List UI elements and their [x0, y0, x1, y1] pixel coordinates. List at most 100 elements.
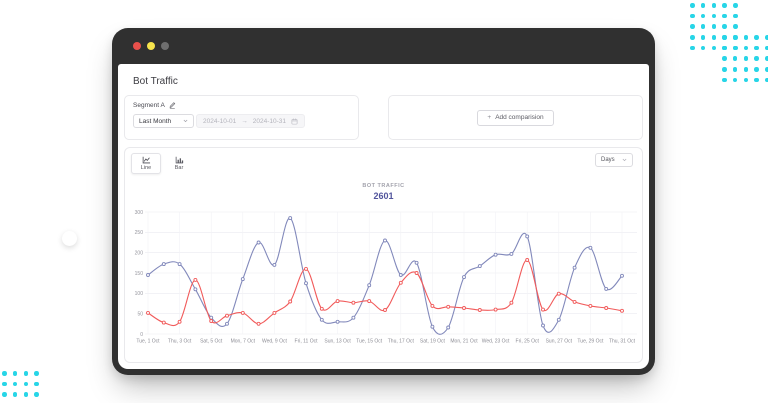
window-content: Bot Traffic Segment A Last Month 2024-10… — [118, 64, 649, 369]
data-point-marker — [572, 299, 577, 304]
data-point-marker — [477, 308, 482, 312]
calendar-icon — [291, 118, 298, 124]
decor-dot — [2, 381, 7, 387]
comparison-panel: + Add comparision — [388, 95, 643, 140]
decor-dot — [34, 392, 39, 397]
window-titlebar — [112, 28, 655, 64]
decor-dot — [12, 392, 18, 397]
segment-label: Segment A — [133, 102, 165, 109]
x-axis-label: Tue, 15 Oct — [356, 339, 383, 345]
interval-select-value: Days — [601, 157, 615, 163]
decor-dot — [690, 13, 695, 19]
decor-dot — [722, 56, 727, 61]
data-point-marker — [588, 245, 593, 250]
y-axis-label: 200 — [135, 250, 144, 256]
x-axis-label: Tue, 29 Oct — [577, 339, 604, 345]
data-point-marker — [556, 317, 561, 322]
chart-panel: Line Bar Days BOT TRAFFIC 2601 0 50 100 150 — [124, 147, 643, 363]
minimize-window-button[interactable] — [147, 42, 155, 50]
decor-dot — [722, 45, 727, 51]
decor-dot — [754, 35, 759, 40]
chart-toolbar: Line Bar Days — [131, 153, 636, 174]
x-axis-label: Mon, 7 Oct — [231, 339, 256, 345]
data-point-marker — [398, 280, 403, 285]
decor-dot — [23, 381, 29, 387]
period-select-value: Last Month — [139, 117, 172, 125]
decor-dot — [690, 45, 695, 51]
line-chart-toggle[interactable]: Line — [131, 153, 161, 174]
chart-type-toggle: Line Bar — [131, 153, 194, 174]
edit-icon[interactable] — [169, 102, 176, 109]
bar-chart-icon — [175, 156, 183, 164]
add-comparison-button[interactable]: + Add comparision — [477, 109, 554, 126]
data-point-marker — [509, 300, 514, 305]
data-point-marker — [146, 310, 150, 315]
data-point-marker — [493, 252, 498, 257]
data-point-marker — [398, 273, 403, 277]
data-point-marker — [604, 286, 609, 291]
decor-dot — [700, 35, 706, 40]
data-point-marker — [430, 303, 435, 308]
y-axis-label: 50 — [137, 311, 143, 317]
data-point-marker — [272, 262, 277, 267]
data-point-marker — [240, 277, 245, 282]
data-point-marker — [161, 262, 166, 267]
date-range-field[interactable]: 2024-10-01 → 2024-10-31 — [196, 114, 305, 128]
decor-dot — [732, 35, 738, 40]
decor-dot — [2, 392, 7, 397]
decor-dot — [743, 45, 749, 51]
data-point-marker — [462, 275, 466, 280]
data-point-marker — [430, 324, 435, 329]
data-point-marker — [193, 287, 198, 292]
data-point-marker — [225, 313, 229, 318]
period-select[interactable]: Last Month — [133, 114, 194, 128]
x-axis-label: Fri, 25 Oct — [516, 339, 540, 345]
interval-select[interactable]: Days — [595, 153, 633, 167]
decor-dot — [754, 77, 759, 83]
data-point-marker — [509, 251, 514, 256]
y-axis-label: 300 — [135, 210, 144, 216]
decor-dot — [34, 371, 39, 376]
x-axis-label: Thu, 3 Oct — [168, 339, 192, 345]
controls-row: Segment A Last Month 2024-10-01 → 2024-1… — [124, 95, 643, 140]
browser-window: Bot Traffic Segment A Last Month 2024-10… — [112, 28, 655, 375]
decor-dot — [743, 67, 749, 72]
decor-dot — [23, 392, 29, 397]
decor-dot — [733, 24, 738, 29]
decor-dot — [12, 381, 18, 387]
data-point-marker — [288, 216, 293, 221]
bar-chart-toggle[interactable]: Bar — [164, 153, 194, 174]
data-point-marker — [525, 234, 530, 239]
series-line — [147, 259, 623, 327]
decor-dot — [711, 13, 717, 19]
close-window-button[interactable] — [133, 42, 141, 50]
date-arrow: → — [241, 117, 248, 125]
data-point-marker — [446, 325, 451, 330]
data-point-marker — [383, 238, 387, 243]
decor-dot — [743, 77, 749, 83]
data-point-marker — [304, 281, 308, 286]
decor-dot — [733, 3, 738, 8]
data-point-marker — [240, 310, 245, 315]
data-point-marker — [493, 307, 498, 312]
chart-stat: BOT TRAFFIC 2601 — [131, 183, 636, 201]
data-point-marker — [446, 304, 451, 309]
stat-value: 2601 — [373, 191, 394, 201]
decor-dot — [690, 3, 695, 8]
data-point-marker — [620, 273, 624, 278]
line-chart-icon — [142, 156, 150, 164]
chevron-down-icon — [622, 158, 627, 162]
decor-dot — [722, 77, 727, 83]
decor-dot — [722, 13, 727, 19]
decor-dot — [754, 67, 759, 72]
data-point-marker — [161, 320, 166, 325]
data-point-marker — [367, 283, 372, 288]
x-axis-label: Sat, 19 Oct — [420, 339, 446, 345]
decor-dot — [722, 3, 727, 8]
data-point-marker — [588, 303, 593, 308]
data-point-marker — [541, 307, 545, 312]
x-axis-label: Sun, 13 Oct — [324, 339, 351, 345]
decor-dot — [743, 56, 749, 61]
data-point-marker — [477, 264, 482, 269]
maximize-window-button[interactable] — [161, 42, 169, 50]
